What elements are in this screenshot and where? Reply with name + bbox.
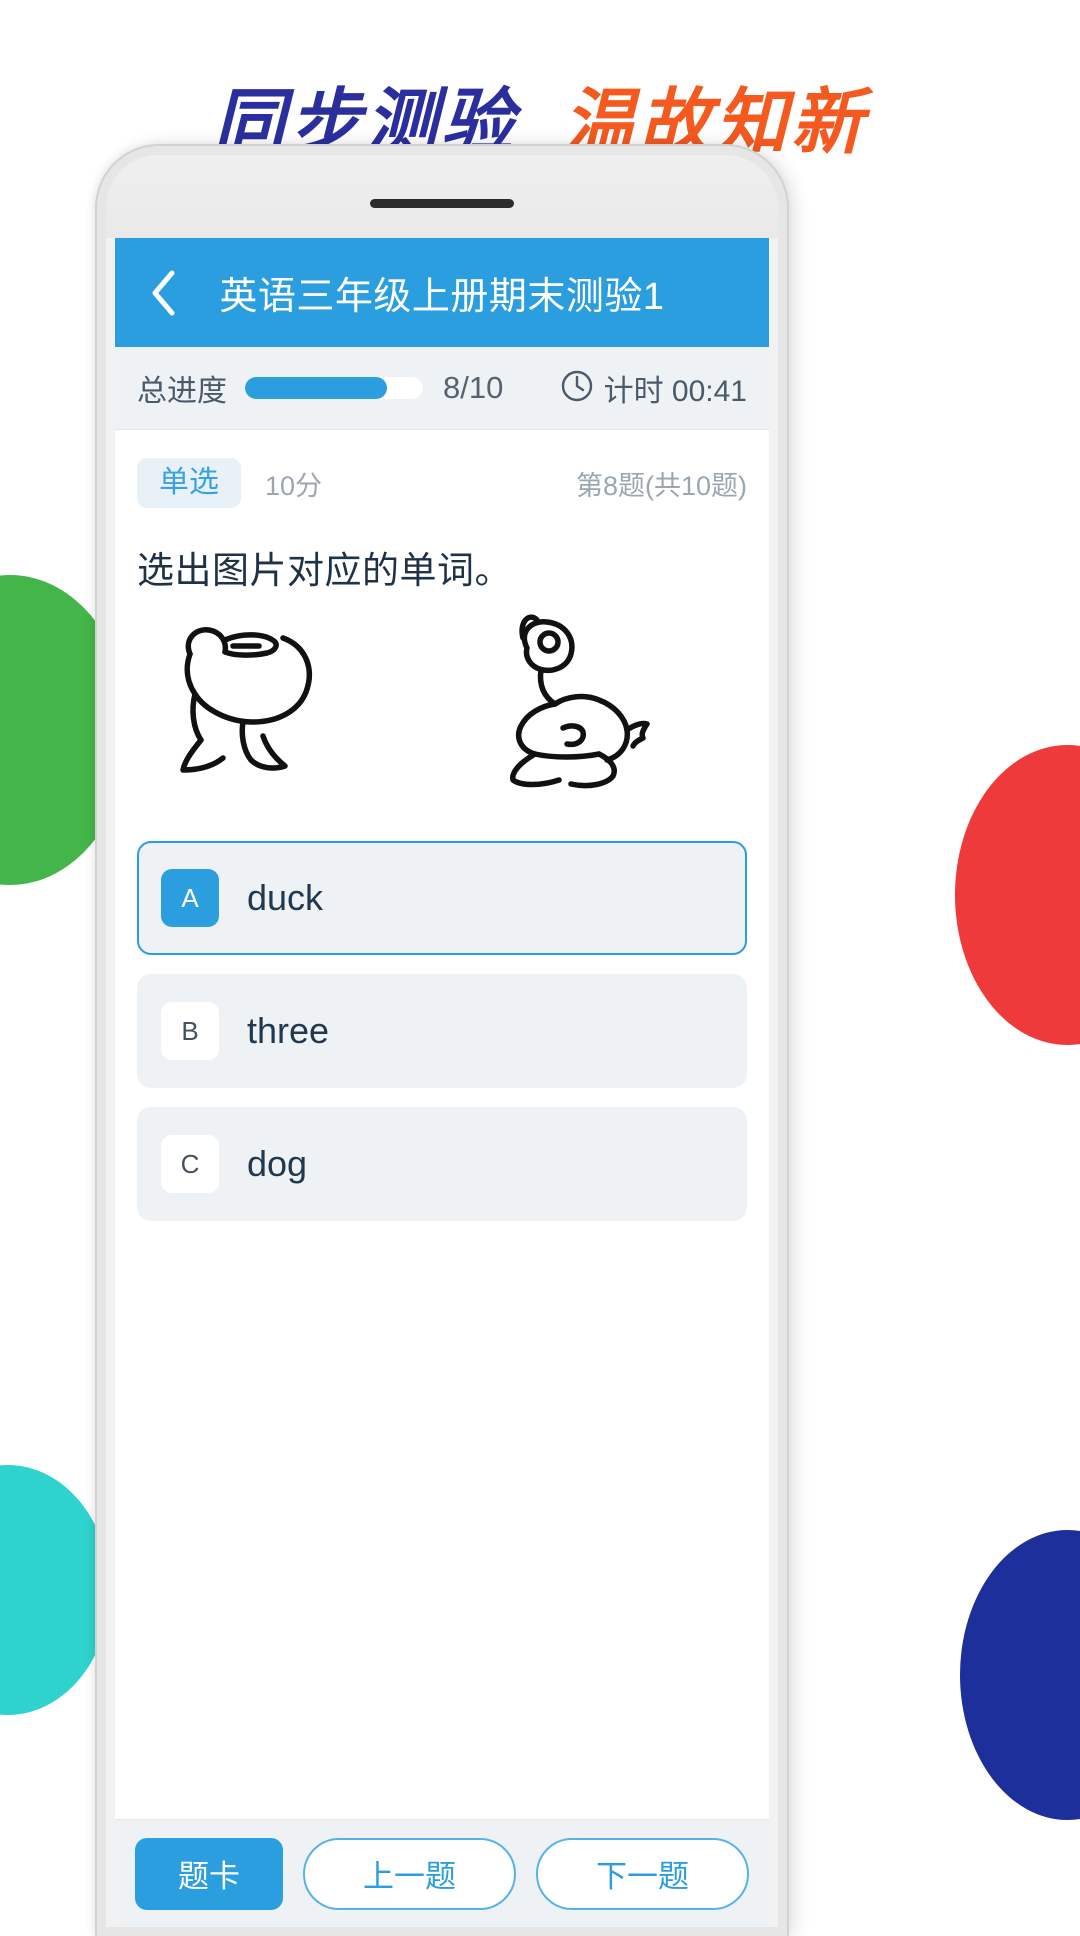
- question-score: 10分: [265, 470, 323, 501]
- progress-row: 总进度 8/10 计时 00:41: [115, 347, 769, 430]
- progress-label: 总进度: [137, 375, 227, 408]
- option-label: three: [247, 1010, 330, 1051]
- option-c[interactable]: C dog: [137, 1107, 747, 1221]
- next-question-button[interactable]: 下一题: [536, 1837, 749, 1910]
- phone-top-bezel: [106, 155, 778, 238]
- option-letter: C: [161, 1135, 219, 1193]
- app-screen: 英语三年级上册期末测验1 总进度 8/10 计时 00:41 单选 10分 第8…: [115, 238, 769, 1927]
- question-meta-row: 单选 10分 第8题(共10题): [137, 430, 747, 508]
- prev-question-button[interactable]: 上一题: [303, 1837, 516, 1910]
- question-text: 选出图片对应的单词。: [137, 550, 512, 591]
- clock-icon: [560, 369, 594, 408]
- answer-card-button[interactable]: 题卡: [135, 1837, 283, 1910]
- app-header: 英语三年级上册期末测验1: [115, 238, 769, 347]
- phone-mockup: 英语三年级上册期末测验1 总进度 8/10 计时 00:41 单选 10分 第8…: [97, 146, 787, 1936]
- options-list: A duck B three C dog: [137, 841, 747, 1221]
- timer: 计时 00:41: [560, 366, 747, 410]
- decor-circle-navy: [960, 1530, 1080, 1820]
- option-b[interactable]: B three: [137, 974, 747, 1088]
- option-label: dog: [247, 1143, 308, 1184]
- back-button[interactable]: [127, 238, 199, 347]
- progress-count: 8/10: [443, 370, 504, 405]
- bottom-action-bar: 题卡 上一题 下一题: [115, 1819, 769, 1927]
- question-type-badge: 单选: [137, 458, 241, 508]
- question-index: 第8题(共10题): [575, 470, 747, 501]
- timer-text: 计时 00:41: [603, 375, 747, 408]
- option-a[interactable]: A duck: [137, 841, 747, 955]
- option-letter: A: [161, 869, 219, 927]
- option-label: duck: [247, 877, 324, 918]
- question-card: 单选 10分 第8题(共10题) 选出图片对应的单词。 A duck B thr…: [115, 430, 769, 1819]
- decor-circle-red: [955, 745, 1080, 1045]
- progress-bar-fill: [245, 377, 388, 399]
- page-title: 英语三年级上册期末测验1: [219, 276, 665, 318]
- phone-speaker-grille: [370, 199, 514, 208]
- option-letter: B: [161, 1002, 219, 1060]
- decor-circle-teal: [0, 1465, 110, 1715]
- chevron-left-icon: [150, 270, 176, 316]
- question-image-two-ducks: [143, 610, 747, 815]
- progress-bar: [245, 377, 423, 399]
